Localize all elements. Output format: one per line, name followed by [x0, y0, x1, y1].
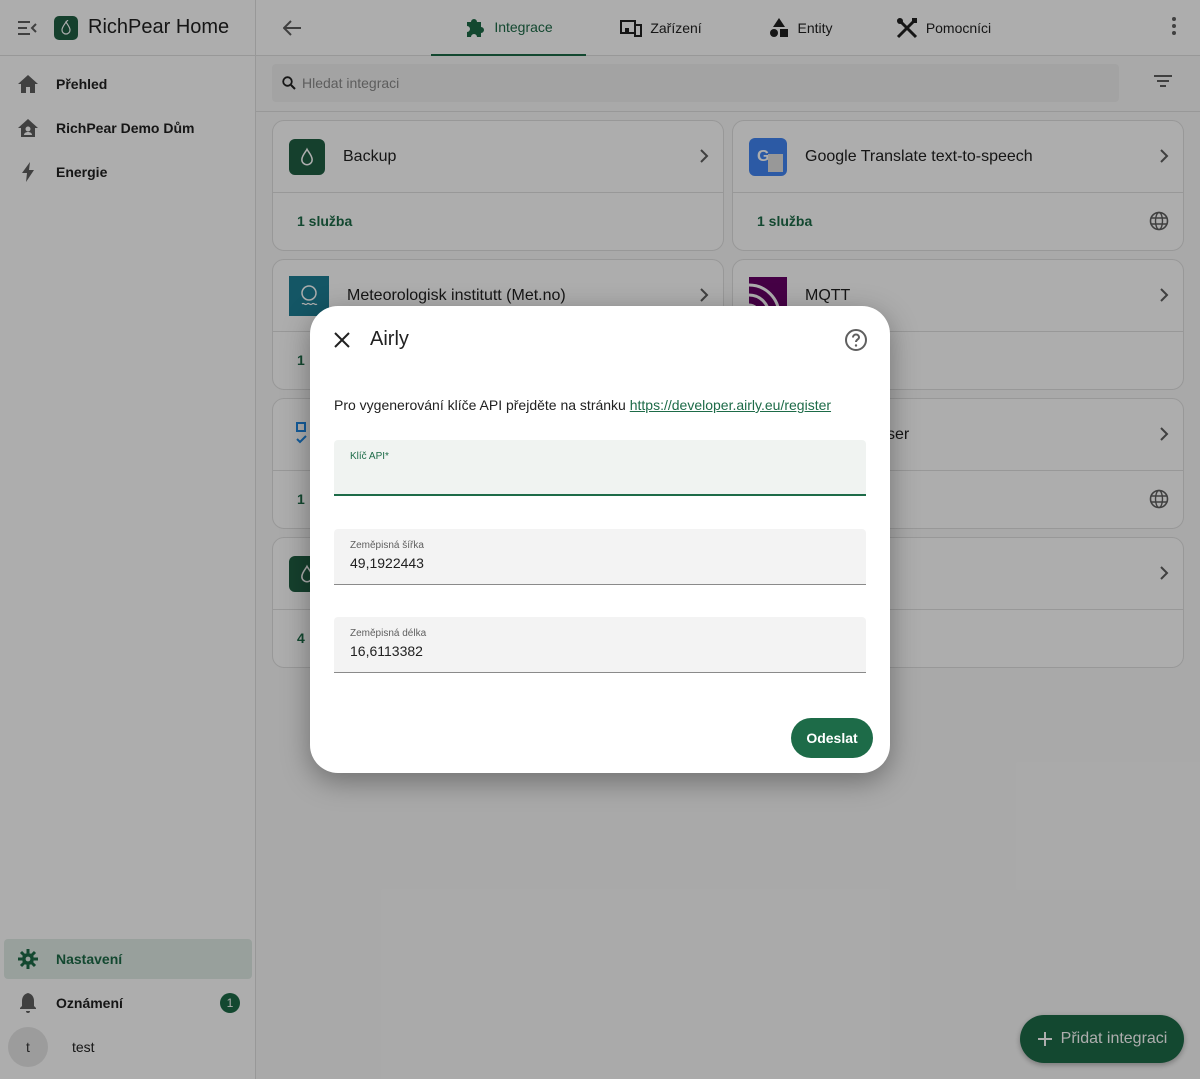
field-value: 16,6113382: [350, 643, 423, 659]
field-label: Zeměpisná šířka: [350, 540, 424, 551]
field-label: Zeměpisná délka: [350, 628, 427, 639]
longitude-field[interactable]: Zeměpisná délka 16,6113382: [334, 617, 866, 673]
description-text: Pro vygenerování klíče API přejděte na s…: [334, 397, 630, 413]
close-button[interactable]: [332, 330, 352, 355]
dialog-description: Pro vygenerování klíče API přejděte na s…: [334, 397, 831, 413]
field-value: 49,1922443: [350, 555, 424, 571]
field-label: Klíč API*: [350, 451, 389, 462]
help-circle-icon: [845, 329, 867, 351]
close-icon: [334, 332, 350, 348]
help-button[interactable]: [844, 328, 868, 357]
submit-button[interactable]: Odeslat: [791, 718, 873, 758]
latitude-field[interactable]: Zeměpisná šířka 49,1922443: [334, 529, 866, 585]
register-link[interactable]: https://developer.airly.eu/register: [630, 397, 831, 413]
api-key-field[interactable]: Klíč API*: [334, 440, 866, 496]
dialog-title: Airly: [370, 328, 409, 350]
config-dialog: Airly Pro vygenerování klíče API přejdět…: [310, 306, 890, 773]
